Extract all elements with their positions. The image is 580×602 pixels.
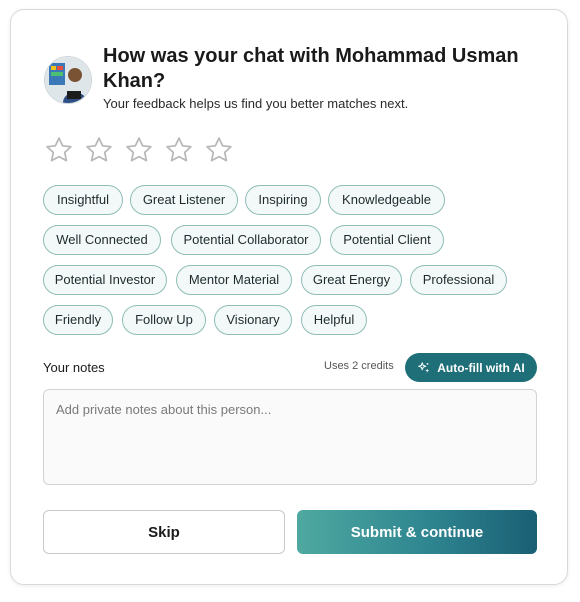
star-rating <box>44 135 244 165</box>
tag-great-energy[interactable]: Great Energy <box>301 265 402 295</box>
star-icon[interactable] <box>164 135 194 165</box>
tag-helpful[interactable]: Helpful <box>301 305 367 335</box>
notes-label: Your notes <box>43 360 105 375</box>
submit-continue-button[interactable]: Submit & continue <box>297 510 537 554</box>
tag-friendly[interactable]: Friendly <box>43 305 113 335</box>
tag-inspiring[interactable]: Inspiring <box>245 185 321 215</box>
tag-mentor-material[interactable]: Mentor Material <box>176 265 292 295</box>
notes-textarea[interactable] <box>43 389 537 485</box>
credits-info: Uses 2 credits <box>324 360 394 372</box>
tag-potential-client[interactable]: Potential Client <box>330 225 444 255</box>
skip-button[interactable]: Skip <box>43 510 285 554</box>
tag-professional[interactable]: Professional <box>410 265 507 295</box>
autofill-label: Auto-fill with AI <box>437 360 525 375</box>
feedback-card: How was your chat with Mohammad Usman Kh… <box>10 9 568 585</box>
tag-insightful[interactable]: Insightful <box>43 185 123 215</box>
page-title: How was your chat with Mohammad Usman Kh… <box>103 45 519 92</box>
star-icon[interactable] <box>204 135 234 165</box>
page-subtitle: Your feedback helps us find you better m… <box>103 96 409 111</box>
avatar <box>44 56 92 104</box>
star-icon[interactable] <box>84 135 114 165</box>
autofill-ai-button[interactable]: Auto-fill with AI <box>405 353 537 382</box>
tag-visionary[interactable]: Visionary <box>214 305 292 335</box>
tag-knowledgeable[interactable]: Knowledgeable <box>328 185 445 215</box>
star-icon[interactable] <box>124 135 154 165</box>
tag-follow-up[interactable]: Follow Up <box>122 305 206 335</box>
tag-great-listener[interactable]: Great Listener <box>130 185 238 215</box>
tag-well-connected[interactable]: Well Connected <box>43 225 161 255</box>
star-icon[interactable] <box>44 135 74 165</box>
tag-potential-investor[interactable]: Potential Investor <box>43 265 167 295</box>
tag-potential-collaborator[interactable]: Potential Collaborator <box>171 225 321 255</box>
sparkle-icon <box>418 361 430 373</box>
